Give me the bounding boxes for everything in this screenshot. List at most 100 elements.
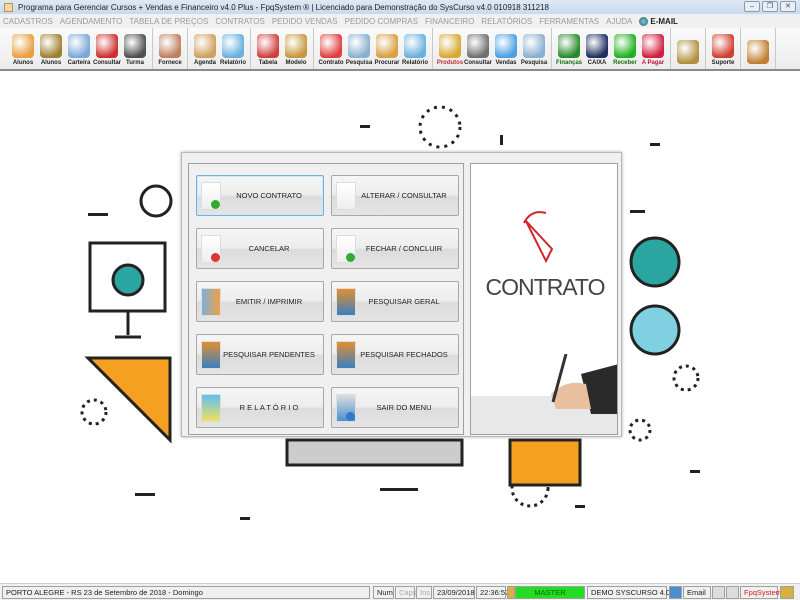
toolbar-icon: [747, 40, 769, 64]
status-ins: Ins: [416, 586, 432, 599]
contract-logo-text: CONTRATO: [485, 274, 606, 300]
menu-item-4[interactable]: PEDIDO VENDAS: [272, 17, 338, 26]
button-emitir-imprimir[interactable]: EMITIR / IMPRIMIR: [196, 281, 324, 322]
print-person-icon: [201, 288, 221, 316]
toolbar-group: Suporte: [706, 28, 741, 69]
toolbar-button-consultar[interactable]: Consultar: [93, 28, 121, 69]
toolbar-group: Contrato Pesquisa Procurar Relatório: [314, 28, 433, 69]
menu-item-1[interactable]: AGENDAMENTO: [60, 17, 123, 26]
toolbar-button-relat-rio[interactable]: Relatório: [401, 28, 429, 69]
toolbar-button-pesquisa[interactable]: Pesquisa: [345, 28, 373, 69]
toolbar-icon: [404, 34, 426, 58]
button-pesquisarpendentes[interactable]: PESQUISAR PENDENTES: [196, 334, 324, 375]
toolbar-button-tabela[interactable]: Tabela: [254, 28, 282, 69]
contract-menu-dialog: NOVO CONTRATO ALTERAR / CONSULTAR CANCELAR…: [181, 152, 622, 437]
toolbar-button-a-pagar[interactable]: A Pagar: [639, 28, 667, 69]
user-icon: [507, 586, 515, 599]
email-icon[interactable]: [669, 586, 682, 599]
clock-icon: [139, 184, 173, 218]
button-alterar-consultar[interactable]: ALTERAR / CONSULTAR: [331, 175, 459, 216]
new-document-icon: [201, 182, 221, 210]
toolbar-group: Tabela Modelo: [251, 28, 314, 69]
toolbar-button-pesquisa[interactable]: Pesquisa: [520, 28, 548, 69]
toolbar-icon: [467, 34, 489, 58]
toolbar-button-agenda[interactable]: Agenda: [191, 28, 219, 69]
monitor-icon[interactable]: [726, 586, 739, 599]
menu-item-5[interactable]: PEDIDO COMPRAS: [345, 17, 418, 26]
triangle-ruler-icon: [84, 356, 172, 444]
close-button[interactable]: ✕: [780, 1, 796, 12]
menu-item-8[interactable]: FERRAMENTAS: [539, 17, 599, 26]
toolbar: Alunos Alunos Carteira Consultar Turma Fornec…: [0, 28, 800, 71]
toolbar-button-receber[interactable]: Receber: [611, 28, 639, 69]
menu-item-3[interactable]: CONTRATOS: [215, 17, 264, 26]
status-num: Num: [373, 586, 394, 599]
toolbar-icon: [348, 34, 370, 58]
toolbar-button-procurar[interactable]: Procurar: [373, 28, 401, 69]
toolbar-icon: [376, 34, 398, 58]
status-database: DEMO SYSCURSO 4.0: [587, 586, 670, 599]
menu-item-0[interactable]: CADASTROS: [3, 17, 53, 26]
toolbar-icon: [96, 34, 118, 58]
minimize-button[interactable]: –: [744, 1, 760, 12]
toolbar-button-vendas[interactable]: Vendas: [492, 28, 520, 69]
toolbar-icon: [68, 34, 90, 58]
toolbar-button-extra[interactable]: [744, 28, 772, 69]
toolbar-icon: [439, 34, 461, 58]
button-pesquisargeral[interactable]: PESQUISAR GERAL: [331, 281, 459, 322]
button-relat-rio[interactable]: R E L A T Ó R I O: [196, 387, 324, 428]
toolbar-icon: [222, 34, 244, 58]
toolbar-icon: [124, 34, 146, 58]
toolbar-button-caixa[interactable]: CAIXA: [583, 28, 611, 69]
menu-item-7[interactable]: RELATÓRIOS: [481, 17, 532, 26]
contract-logo-panel: CONTRATO: [470, 163, 618, 435]
status-caps: Caps: [395, 586, 417, 599]
toolbar-group: Agenda Relatório: [188, 28, 251, 69]
maximize-button[interactable]: ❐: [762, 1, 778, 12]
toolbar-button-suporte[interactable]: Suporte: [709, 28, 737, 69]
printer-icon[interactable]: [712, 586, 725, 599]
window-title: Programa para Gerenciar Cursos + Vendas …: [18, 2, 549, 12]
toolbar-button-contrato[interactable]: Contrato: [317, 28, 345, 69]
button-cancelar[interactable]: CANCELAR: [196, 228, 324, 269]
app-icon: [4, 2, 13, 12]
toolbar-button-fornece[interactable]: Fornece: [156, 28, 184, 69]
toolbar-button-alunos[interactable]: Alunos: [37, 28, 65, 69]
signing-hand-image: [471, 354, 617, 434]
printer-icon: [201, 394, 221, 422]
toolbar-group: Produtos Consultar Vendas Pesquisa: [433, 28, 552, 69]
contract-actions-panel: NOVO CONTRATO ALTERAR / CONSULTAR CANCELAR…: [188, 163, 464, 435]
toolbar-button-finan-as[interactable]: Finanças: [555, 28, 583, 69]
menu-item-6[interactable]: FINANCEIRO: [425, 17, 474, 26]
status-location-date: PORTO ALEGRE - RS 23 de Setembro de 2018…: [2, 586, 370, 599]
check-document-icon: [336, 235, 356, 263]
button-sairdomenu[interactable]: SAIR DO MENU: [331, 387, 459, 428]
button-pesquisarfechados[interactable]: PESQUISAR FECHADOS: [331, 334, 459, 375]
toolbar-group: Alunos Alunos Carteira Consultar Turma: [6, 28, 153, 69]
button-fechar-concluir[interactable]: FECHAR / CONCLUIR: [331, 228, 459, 269]
status-brand: FpqSystem: [740, 586, 782, 599]
menu-item-9[interactable]: AJUDA: [606, 17, 632, 26]
status-bar: PORTO ALEGRE - RS 23 de Setembro de 2018…: [0, 583, 800, 600]
toolbar-icon: [712, 34, 734, 58]
status-email[interactable]: Email: [683, 586, 711, 599]
toolbar-button-produtos[interactable]: Produtos: [436, 28, 464, 69]
toolbar-icon: [495, 34, 517, 58]
toolbar-button-alunos[interactable]: Alunos: [9, 28, 37, 69]
toolbar-button-modelo[interactable]: Modelo: [282, 28, 310, 69]
toolbar-button-consultar[interactable]: Consultar: [464, 28, 492, 69]
button-novocontrato[interactable]: NOVO CONTRATO: [196, 175, 324, 216]
pen-nib-logo-icon: [523, 211, 554, 264]
menu-item-email[interactable]: E-MAIL: [639, 16, 678, 26]
toolbar-icon: [194, 34, 216, 58]
toolbar-icon: [159, 34, 181, 58]
toolbar-button-turma[interactable]: Turma: [121, 28, 149, 69]
cancel-document-icon: [201, 235, 221, 263]
toolbar-button-extra[interactable]: [674, 28, 702, 69]
menu-item-2[interactable]: TABELA DE PREÇOS: [129, 17, 208, 26]
dotted-circle: [418, 105, 462, 149]
toolbar-button-relat-rio[interactable]: Relatório: [219, 28, 247, 69]
edit-pencil-icon: [336, 182, 356, 210]
toolbar-group: Fornece: [153, 28, 188, 69]
toolbar-button-carteira[interactable]: Carteira: [65, 28, 93, 69]
